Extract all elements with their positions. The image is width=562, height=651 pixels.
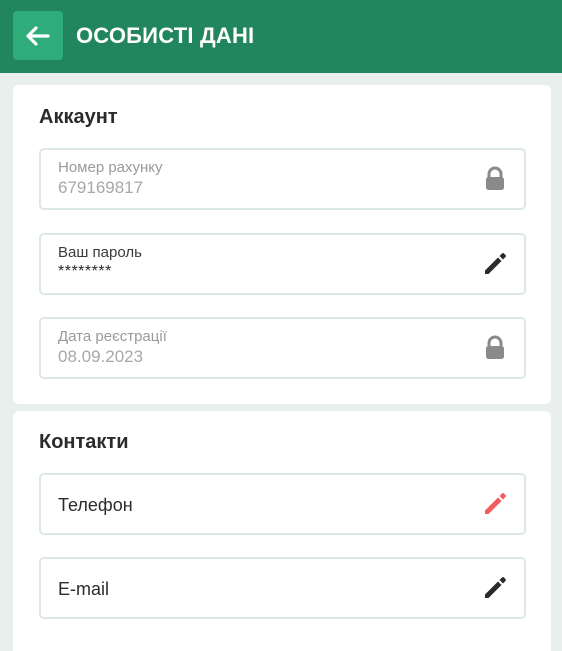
contacts-section-title: Контакти [39, 431, 129, 453]
phone-field[interactable]: Телефон [39, 473, 526, 535]
registration-date-value: 08.09.2023 [58, 347, 144, 366]
pencil-icon[interactable] [482, 251, 508, 277]
password-value: ******** [58, 263, 112, 280]
back-button[interactable] [13, 11, 63, 60]
registration-date-field: Дата реєстрації 08.09.2023 [39, 317, 526, 379]
email-field[interactable]: E-mail [39, 557, 526, 619]
password-field[interactable]: Ваш пароль ******** [39, 233, 526, 295]
phone-label: Телефон [58, 495, 133, 515]
registration-date-label: Дата реєстрації [58, 328, 167, 345]
arrow-left-icon [26, 25, 50, 46]
account-number-value: 679169817 [58, 178, 144, 197]
account-card: Аккаунт Номер рахунку 679169817 Ваш паро… [13, 85, 551, 404]
account-number-field: Номер рахунку 679169817 [39, 148, 526, 210]
page-title: ОСОБИСТІ ДАНІ [76, 23, 255, 48]
lock-icon [482, 335, 508, 361]
pencil-icon[interactable] [482, 491, 508, 517]
account-section-title: Аккаунт [39, 106, 118, 128]
app-header: ОСОБИСТІ ДАНІ [0, 0, 562, 73]
password-label: Ваш пароль [58, 244, 142, 261]
contacts-card: Контакти Телефон E-mail [13, 411, 551, 651]
email-label: E-mail [58, 579, 110, 599]
pencil-icon[interactable] [482, 575, 508, 601]
lock-icon [482, 166, 508, 192]
account-number-label: Номер рахунку [58, 159, 163, 176]
